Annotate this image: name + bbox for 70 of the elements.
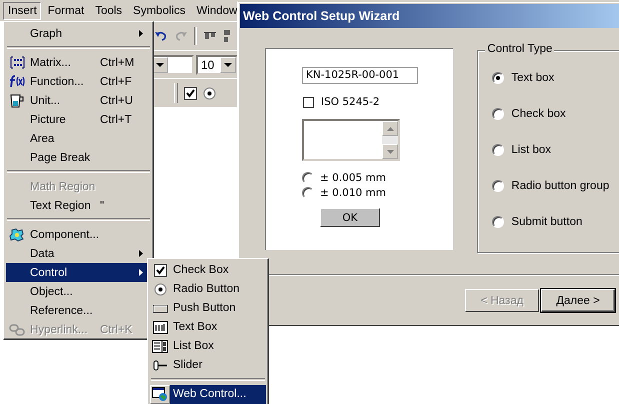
group-legend: Control Type xyxy=(485,43,554,55)
component-icon xyxy=(9,228,25,242)
radio-label: Radio button group xyxy=(511,180,610,192)
font-size-dropdown[interactable]: 10 xyxy=(196,54,238,74)
align-left-icon[interactable] xyxy=(223,28,231,43)
list-box-icon xyxy=(152,340,168,353)
radio-button[interactable] xyxy=(492,108,504,120)
text-field[interactable]: KN-1025R-00-001 xyxy=(302,67,418,84)
submenu-arrow-icon xyxy=(139,250,143,257)
checkbox-icon[interactable] xyxy=(184,86,197,100)
menu-item[interactable]: Graph xyxy=(6,24,151,43)
menu-bar-item[interactable]: Format xyxy=(42,2,88,20)
menu-item[interactable]: List Box xyxy=(150,337,266,356)
menu-item[interactable]: Push Button xyxy=(150,299,266,318)
ok-button[interactable]: OK xyxy=(320,208,380,227)
window-title: Web Control Setup Wizard xyxy=(243,9,400,23)
wizard-button[interactable]: Далее > xyxy=(541,289,615,312)
menu-item[interactable]: Area xyxy=(6,129,151,148)
radio-label: ± 0.005 mm xyxy=(320,172,386,184)
menu-bar-item[interactable]: Window xyxy=(191,2,242,20)
undo-icon[interactable] xyxy=(154,30,168,41)
radio-label: ± 0.010 mm xyxy=(320,187,386,199)
align-top-icon[interactable] xyxy=(203,30,217,41)
menu-item[interactable]: Component... xyxy=(6,225,151,244)
menu-bar-item[interactable]: Insert xyxy=(3,2,41,20)
menu-item[interactable]: Unit... Ctrl+U xyxy=(6,91,151,110)
matrix-icon xyxy=(10,56,24,69)
menu-item[interactable]: Radio Button xyxy=(150,280,266,299)
radio-button[interactable] xyxy=(492,216,504,228)
radio-button[interactable] xyxy=(302,172,314,184)
menu-item[interactable]: Text Box xyxy=(150,318,266,337)
menu-item[interactable]: Object... xyxy=(6,282,151,301)
checkbox[interactable] xyxy=(303,96,314,108)
radio-label: Submit button xyxy=(511,216,582,228)
scroll-down-button[interactable] xyxy=(382,144,398,159)
radio-label: List box xyxy=(511,144,552,156)
checkbox-label: ISO 5245-2 xyxy=(321,96,380,108)
chain-link-icon xyxy=(9,322,25,336)
function-icon xyxy=(9,75,25,88)
list-box[interactable] xyxy=(302,119,400,161)
menu-item[interactable]: Picture Ctrl+T xyxy=(6,110,151,129)
menu-item[interactable]: Function... Ctrl+F xyxy=(6,72,151,91)
menu-bar-item[interactable]: Tools xyxy=(90,2,126,20)
menu-item[interactable]: Check Box xyxy=(150,261,266,280)
menu-bar-item[interactable]: Symbolics xyxy=(128,2,190,20)
dropdown-arrow-icon xyxy=(156,62,164,66)
radio-label: Text box xyxy=(511,72,554,84)
submenu-arrow-icon xyxy=(139,30,143,37)
cup-icon xyxy=(9,94,25,108)
radio-label: Check box xyxy=(511,108,566,120)
menu-item[interactable]: Matrix... Ctrl+M xyxy=(6,53,151,72)
radio-button[interactable] xyxy=(492,72,504,84)
up-arrow-icon xyxy=(386,126,394,130)
push-button-icon xyxy=(152,304,168,312)
dropdown-arrow-icon xyxy=(224,62,232,66)
scroll-up-button[interactable] xyxy=(382,121,398,136)
submenu-arrow-icon xyxy=(139,269,143,276)
text-box-icon xyxy=(152,321,168,334)
menu-item[interactable]: Page Break xyxy=(6,148,151,167)
radio-button[interactable] xyxy=(492,144,504,156)
checkbox-icon xyxy=(154,264,166,277)
menu-item[interactable]: Data xyxy=(6,244,151,263)
menu-item[interactable]: Slider xyxy=(150,356,266,375)
radio-button-icon xyxy=(154,283,166,296)
slider-icon xyxy=(152,360,168,371)
menu-item[interactable]: Reference... xyxy=(6,301,151,320)
radio-button[interactable] xyxy=(492,180,504,192)
down-arrow-icon xyxy=(386,150,394,154)
radio-button-icon[interactable] xyxy=(203,86,216,100)
menu-item[interactable]: Text Region " xyxy=(6,196,151,215)
